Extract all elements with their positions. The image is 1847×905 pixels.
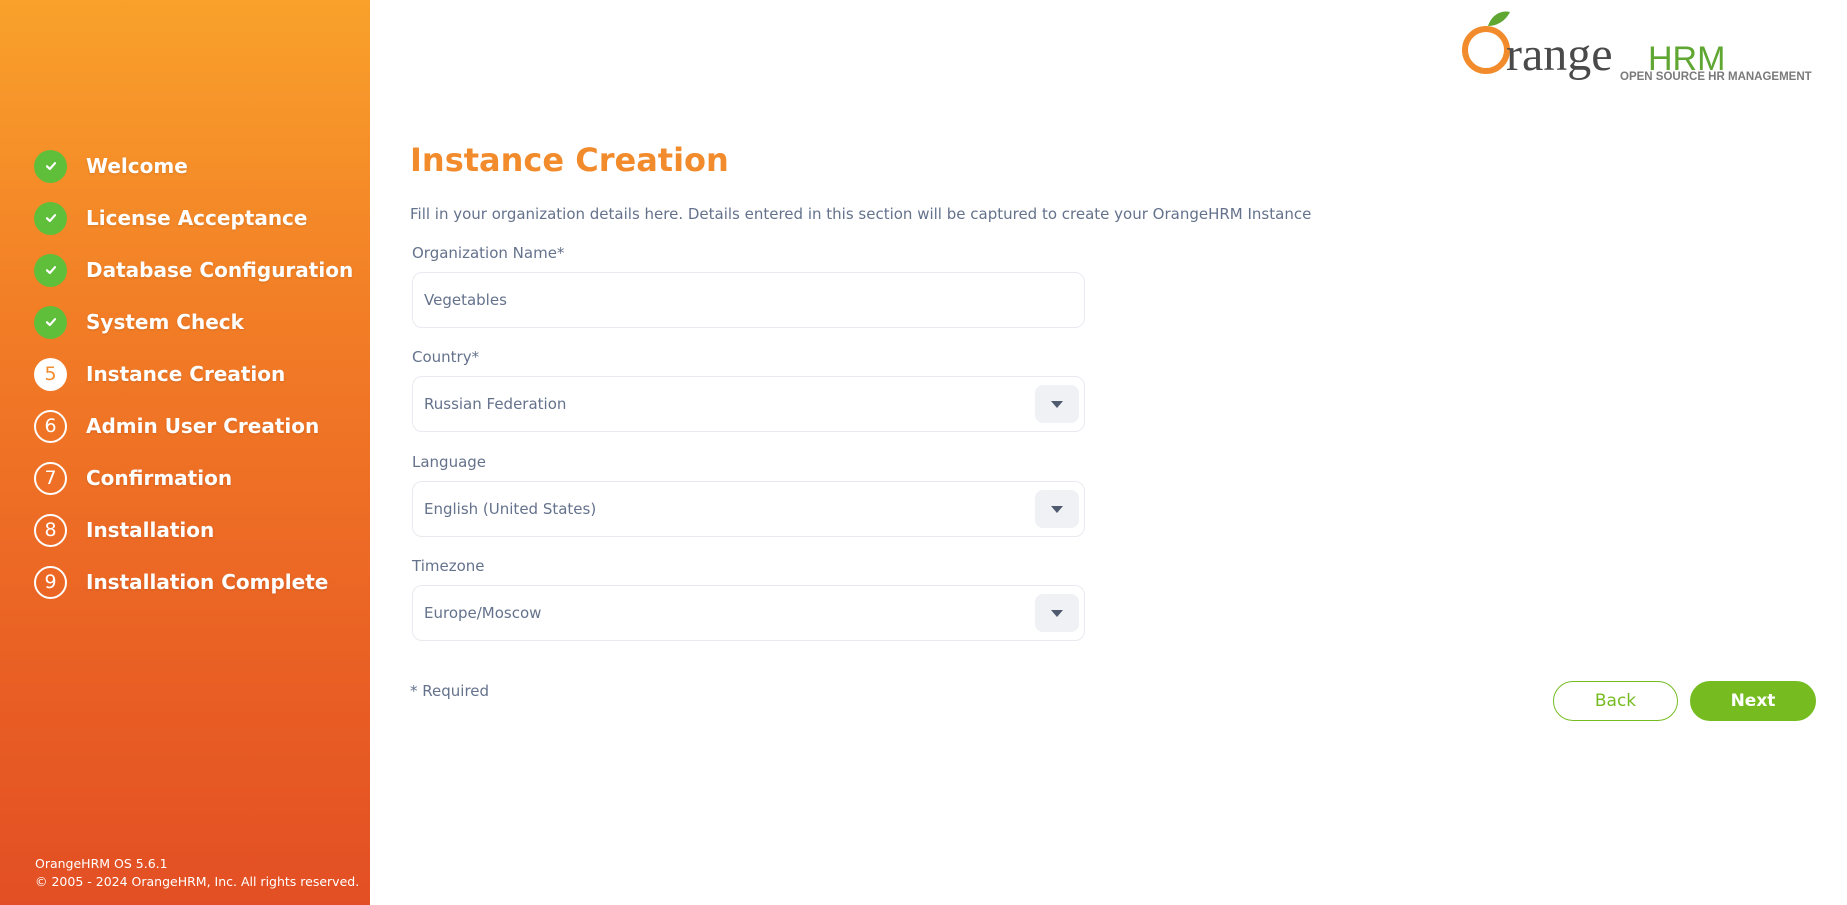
installer-window: Welcome License Acceptance Database Conf…	[0, 0, 1847, 905]
step-label: System Check	[86, 310, 244, 334]
check-icon	[34, 201, 67, 235]
required-note: * Required	[410, 682, 490, 700]
orangehrm-logo: range HRM OPEN SOURCE HR MANAGEMENT	[1462, 8, 1820, 88]
step-number-badge: 7	[34, 461, 67, 495]
step-number-badge: 5	[34, 357, 67, 391]
check-icon	[34, 305, 67, 339]
step-confirmation: 7 Confirmation	[34, 452, 353, 504]
step-label: Welcome	[86, 154, 188, 178]
step-label: License Acceptance	[86, 206, 308, 230]
timezone-label: Timezone	[412, 557, 485, 575]
step-instance-creation: 5 Instance Creation	[34, 348, 353, 400]
timezone-select[interactable]: Europe/Moscow	[412, 585, 1085, 641]
language-label: Language	[412, 453, 487, 471]
org-name-field	[412, 272, 1085, 328]
step-number-badge: 8	[34, 513, 67, 547]
step-label: Installation Complete	[86, 570, 329, 594]
step-number-badge: 6	[34, 409, 67, 443]
step-system-check: System Check	[34, 296, 353, 348]
country-dropdown-button[interactable]	[1035, 385, 1079, 423]
step-label: Installation	[86, 518, 215, 542]
chevron-down-icon	[1051, 609, 1063, 617]
language-dropdown-button[interactable]	[1035, 490, 1079, 528]
step-label: Instance Creation	[86, 362, 286, 386]
step-label: Confirmation	[86, 466, 233, 490]
check-icon	[34, 149, 67, 183]
timezone-value: Europe/Moscow	[424, 604, 542, 622]
sidebar: Welcome License Acceptance Database Conf…	[0, 0, 370, 905]
copyright-text: © 2005 - 2024 OrangeHRM, Inc. All rights…	[35, 874, 360, 889]
chevron-down-icon	[1051, 505, 1063, 513]
step-license-acceptance: License Acceptance	[34, 192, 353, 244]
next-button[interactable]: Next	[1690, 681, 1816, 721]
page-title: Instance Creation	[410, 141, 729, 179]
country-value: Russian Federation	[424, 395, 567, 413]
step-label: Database Configuration	[86, 258, 354, 282]
language-value: English (United States)	[424, 500, 597, 518]
version-text: OrangeHRM OS 5.6.1	[35, 856, 168, 871]
timezone-dropdown-button[interactable]	[1035, 594, 1079, 632]
step-installation-complete: 9 Installation Complete	[34, 556, 353, 608]
check-icon	[34, 253, 67, 287]
step-welcome: Welcome	[34, 140, 353, 192]
step-label: Admin User Creation	[86, 414, 320, 438]
step-installation: 8 Installation	[34, 504, 353, 556]
logo-wordmark: range	[1506, 28, 1613, 81]
chevron-down-icon	[1051, 400, 1063, 408]
step-admin-user-creation: 6 Admin User Creation	[34, 400, 353, 452]
org-name-label: Organization Name*	[412, 244, 565, 262]
step-database-configuration: Database Configuration	[34, 244, 353, 296]
org-name-input[interactable]	[424, 291, 1064, 309]
sidebar-footer: OrangeHRM OS 5.6.1 © 2005 - 2024 OrangeH…	[35, 855, 359, 891]
page-description: Fill in your organization details here. …	[410, 205, 1312, 223]
step-number-badge: 9	[34, 565, 67, 599]
step-list: Welcome License Acceptance Database Conf…	[34, 140, 353, 608]
country-select[interactable]: Russian Federation	[412, 376, 1085, 432]
logo-tagline: OPEN SOURCE HR MANAGEMENT	[1620, 71, 1812, 83]
country-label: Country*	[412, 348, 480, 366]
language-select[interactable]: English (United States)	[412, 481, 1085, 537]
back-button[interactable]: Back	[1553, 681, 1678, 721]
